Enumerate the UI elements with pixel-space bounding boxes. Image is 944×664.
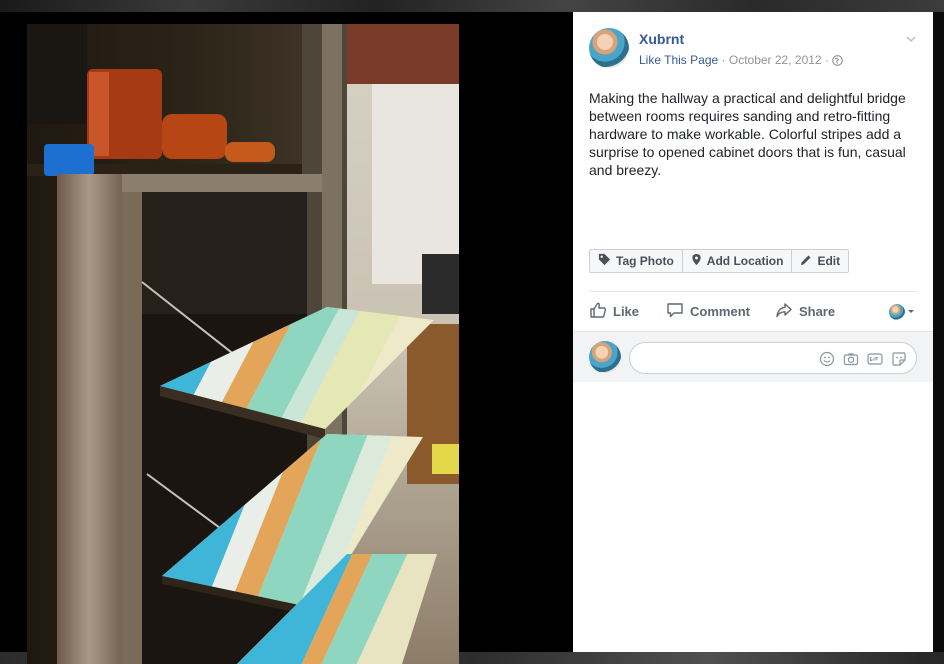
photo-actions-bar: Tag Photo Add Location Edit: [589, 249, 850, 273]
photo-stage: [0, 12, 573, 664]
gif-icon[interactable]: [866, 350, 884, 368]
thumbs-up-icon: [589, 301, 613, 322]
share-label: Share: [798, 303, 836, 319]
comment-input[interactable]: [642, 350, 806, 367]
tag-icon: [598, 253, 616, 269]
post-meta: Like This Page · October 22, 2012 ·: [639, 53, 844, 69]
page-avatar[interactable]: [589, 28, 629, 68]
share-icon: [775, 301, 799, 322]
comment-button[interactable]: Comment: [666, 301, 750, 322]
edit-label: Edit: [817, 254, 841, 268]
commenter-avatar: [589, 341, 621, 373]
chevron-down-icon[interactable]: [905, 32, 917, 44]
comment-icon: [666, 301, 690, 322]
page-name[interactable]: Xubrnt: [639, 31, 684, 47]
caret-down-icon: [905, 303, 917, 321]
ufi-divider: [589, 291, 917, 292]
pencil-icon: [800, 254, 817, 269]
meta-separator-2: ·: [824, 53, 829, 67]
like-page-link[interactable]: Like This Page: [639, 53, 718, 67]
comment-box[interactable]: [629, 342, 917, 374]
meta-separator: ·: [721, 53, 726, 67]
post-date[interactable]: October 22, 2012: [729, 53, 822, 67]
actor-avatar: [889, 304, 905, 320]
tag-photo-label: Tag Photo: [616, 254, 674, 268]
like-button[interactable]: Like: [589, 301, 639, 322]
comment-label: Comment: [690, 303, 750, 319]
location-pin-icon: [691, 253, 707, 269]
comment-icons: [818, 350, 908, 368]
camera-icon[interactable]: [842, 350, 860, 368]
backdrop-top-strip: [0, 0, 944, 12]
add-location-label: Add Location: [706, 254, 784, 268]
globe-icon: [832, 55, 844, 69]
post-photo[interactable]: [27, 24, 459, 664]
edit-button[interactable]: Edit: [791, 249, 850, 273]
actor-selector[interactable]: [889, 303, 917, 321]
comment-composer: [573, 331, 933, 382]
post-caption: Making the hallway a practical and delig…: [589, 90, 906, 178]
sticker-icon[interactable]: [890, 350, 908, 368]
like-label: Like: [613, 303, 640, 319]
share-button[interactable]: Share: [775, 301, 835, 322]
ufi-bar: Like Comment Share: [589, 295, 917, 327]
post-panel: Xubrnt Like This Page · October 22, 2012…: [573, 12, 933, 652]
emoji-icon[interactable]: [818, 350, 836, 368]
add-location-button[interactable]: Add Location: [681, 249, 793, 273]
tag-photo-button[interactable]: Tag Photo: [589, 249, 683, 273]
